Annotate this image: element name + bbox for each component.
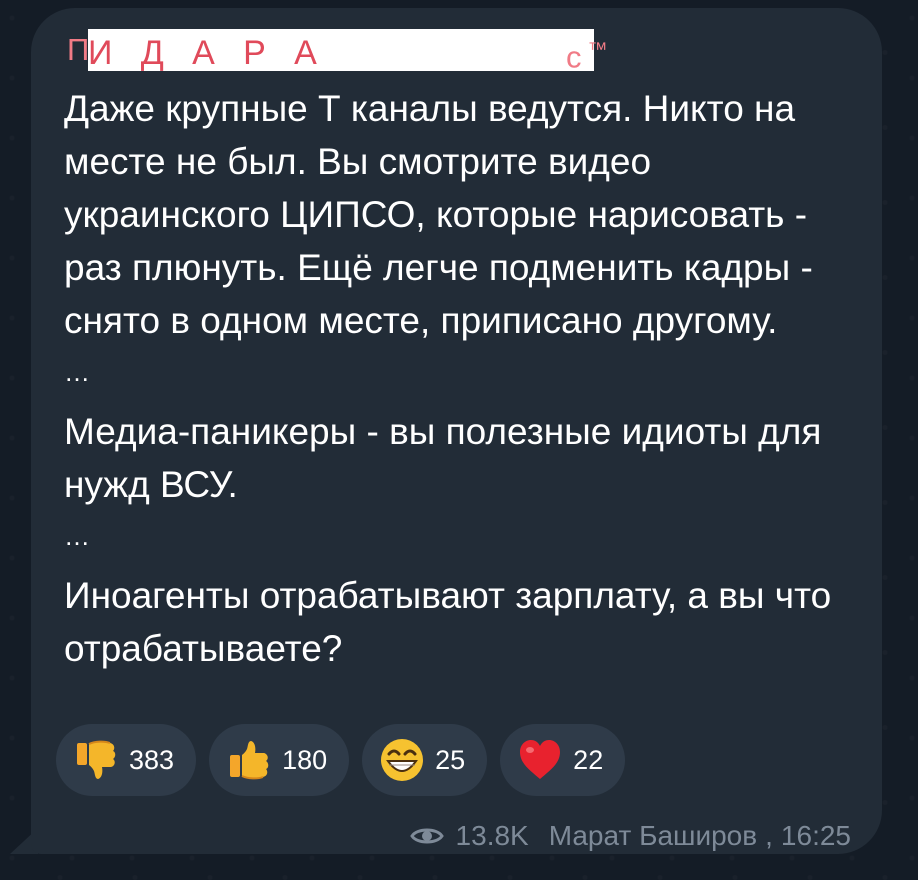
message-ellipsis-1: … [64, 357, 90, 387]
message-bubble[interactable]: П И Д А Р А с ™ Даже крупные Т каналы вед… [31, 8, 882, 854]
sender-name-end[interactable]: с ™ [566, 30, 608, 74]
message-paragraph-2: Медиа-паникеры - вы полезные идиоты для … [64, 411, 822, 505]
trademark-mark: ™ [587, 39, 608, 61]
sender-name-redaction: И Д А Р А [88, 29, 594, 72]
heart-icon [516, 736, 564, 784]
eye-icon [409, 828, 444, 844]
message-paragraph-3: Иноагенты отрабатывают зарплату, а вы чт… [64, 575, 832, 669]
view-count: 13.8K [455, 820, 529, 851]
reaction-count: 22 [573, 744, 604, 775]
reaction-count: 180 [282, 744, 328, 775]
reaction-thumbs-up[interactable]: 180 [209, 724, 350, 796]
message-text: Даже крупные Т каналы ведутся. Никто на … [64, 82, 864, 675]
reaction-thumbs-down[interactable]: 383 [56, 724, 197, 796]
message-meta: 13.8K Марат Баширов, 16:25 [409, 816, 851, 856]
thumbs-up-icon [225, 736, 273, 784]
thumbs-down-icon [72, 736, 120, 784]
sender-name-start[interactable]: П [67, 30, 89, 70]
reaction-count: 383 [129, 744, 175, 775]
message-ellipsis-2: … [64, 521, 90, 551]
sender-redacted-letters: И Д А Р А [88, 34, 317, 72]
grinning-face-icon [378, 736, 426, 784]
reaction-grinning-face[interactable]: 25 [362, 724, 488, 796]
reactions-bar: 383 180 25 22 [56, 724, 626, 796]
message-paragraph-1: Даже крупные Т каналы ведутся. Никто на … [64, 88, 813, 341]
meta-separator: , [765, 820, 773, 851]
post-time: 16:25 [780, 820, 851, 851]
post-author: Марат Баширов [548, 820, 758, 851]
reaction-count: 25 [435, 744, 466, 775]
reaction-heart[interactable]: 22 [500, 724, 626, 796]
